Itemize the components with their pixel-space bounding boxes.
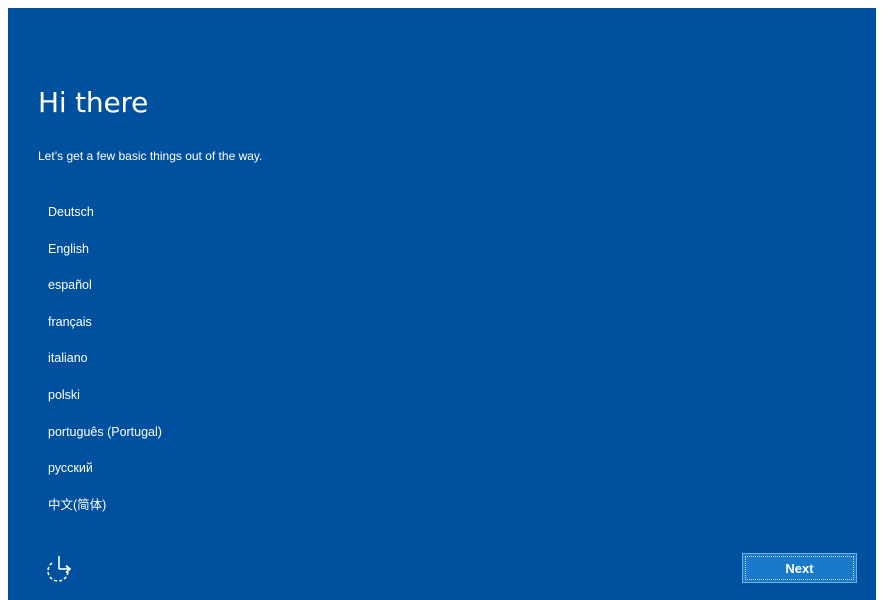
language-item-polski[interactable]: polski — [40, 380, 340, 417]
language-item-english[interactable]: English — [40, 234, 340, 271]
next-button[interactable]: Next — [742, 553, 857, 583]
language-item-italiano[interactable]: italiano — [40, 343, 340, 380]
setup-screen: Hi there Let’s get a few basic things ou… — [8, 8, 876, 600]
language-item-espanol[interactable]: español — [40, 270, 340, 307]
language-item-deutsch[interactable]: Deutsch — [40, 197, 340, 234]
ease-of-access-icon[interactable] — [44, 553, 74, 583]
language-list: Deutsch English español français italian… — [40, 197, 340, 526]
page-subtitle: Let’s get a few basic things out of the … — [38, 149, 263, 163]
language-item-francais[interactable]: français — [40, 307, 340, 344]
language-item-chinese-simplified[interactable]: 中文(简体) — [40, 490, 340, 527]
language-item-portugues[interactable]: português (Portugal) — [40, 417, 340, 454]
language-item-russian[interactable]: русский — [40, 453, 340, 490]
page-title: Hi there — [38, 86, 149, 119]
